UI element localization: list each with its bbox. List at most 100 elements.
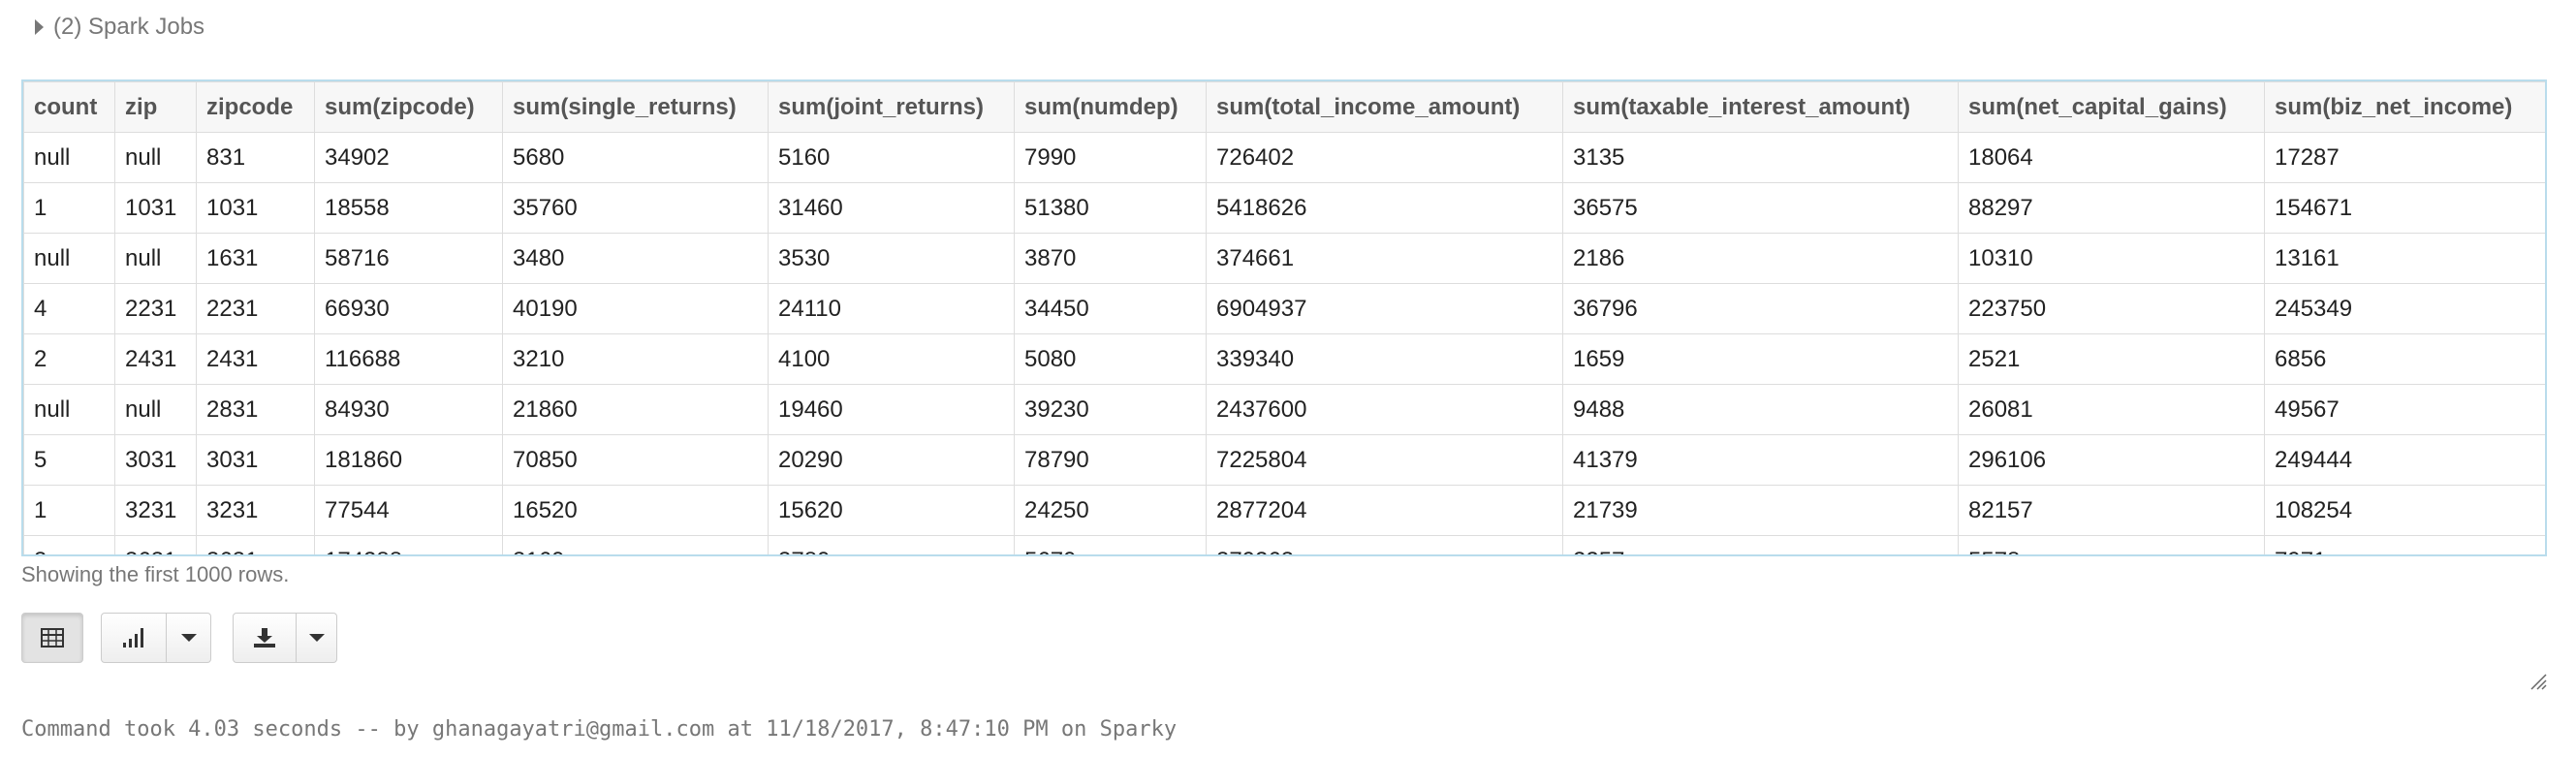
table-cell: 3231	[196, 485, 315, 536]
chevron-down-icon	[180, 634, 197, 642]
table-cell: 3	[23, 535, 115, 554]
table-cell: 1659	[1562, 333, 1959, 385]
table-cell: 3480	[502, 233, 769, 284]
table-cell: 296106	[1958, 434, 2265, 486]
table-cell: 35760	[502, 182, 769, 234]
table-cell: 3870	[1014, 233, 1207, 284]
table-cell: 34902	[314, 132, 503, 183]
table-cell: 10310	[1958, 233, 2265, 284]
table-cell: 34450	[1014, 283, 1207, 334]
table-cell: 26081	[1958, 384, 2265, 435]
chevron-down-icon	[308, 634, 325, 642]
column-header-sum-net-capital-gains[interactable]: sum(net_capital_gains)	[1958, 81, 2265, 133]
table-cell: 379263	[1206, 535, 1563, 554]
table-cell: 3135	[1562, 132, 1959, 183]
table-cell: 19460	[768, 384, 1015, 435]
table-row: 5 3031 3031 181860 70850 20290 78790 7225804 413…	[23, 434, 2545, 486]
table-cell: 21739	[1562, 485, 1959, 536]
table-cell: 5418626	[1206, 182, 1563, 234]
table-cell: 5670	[1014, 535, 1207, 554]
header-row: count zip zipcode sum(zipcode) sum(singl…	[23, 81, 2545, 133]
caret-right-icon	[35, 19, 44, 35]
table-cell: 154671	[2264, 182, 2545, 234]
command-status: Command took 4.03 seconds -- by ghanagay…	[21, 717, 1178, 742]
download-icon	[254, 628, 275, 647]
table-cell: 3780	[768, 535, 1015, 554]
table-cell: 6856	[2264, 333, 2545, 385]
column-header-count[interactable]: count	[23, 81, 115, 133]
column-header-sum-biz-net-income[interactable]: sum(biz_net_income)	[2264, 81, 2545, 133]
table-cell: 374661	[1206, 233, 1563, 284]
table-cell: null	[23, 384, 115, 435]
chart-dropdown-button[interactable]	[167, 613, 211, 663]
table-cell: 2521	[1958, 333, 2265, 385]
table-cell: 2257	[1562, 535, 1959, 554]
column-header-sum-single-returns[interactable]: sum(single_returns)	[502, 81, 769, 133]
column-header-sum-taxable-interest-amount[interactable]: sum(taxable_interest_amount)	[1562, 81, 1959, 133]
table-cell: 2877204	[1206, 485, 1563, 536]
column-header-sum-joint-returns[interactable]: sum(joint_returns)	[768, 81, 1015, 133]
table-cell: 3631	[196, 535, 315, 554]
download-dropdown-button[interactable]	[297, 613, 337, 663]
table-cell: 3210	[502, 333, 769, 385]
table-cell: 78790	[1014, 434, 1207, 486]
column-header-sum-numdep[interactable]: sum(numdep)	[1014, 81, 1207, 133]
table-view-button[interactable]	[21, 613, 83, 663]
results-table: count zip zipcode sum(zipcode) sum(singl…	[23, 81, 2545, 554]
table-cell: 77544	[314, 485, 503, 536]
table-cell: 1	[23, 182, 115, 234]
table-cell: 108254	[2264, 485, 2545, 536]
table-cell: 2431	[196, 333, 315, 385]
spark-jobs-toggle[interactable]: (2) Spark Jobs	[35, 12, 204, 43]
table-cell: 4100	[768, 333, 1015, 385]
table-cell: 36575	[1562, 182, 1959, 234]
table-cell: 726402	[1206, 132, 1563, 183]
table-cell: 2431	[114, 333, 197, 385]
table-cell: 3031	[196, 434, 315, 486]
table-cell: 2	[23, 333, 115, 385]
table-cell: 3631	[114, 535, 197, 554]
table-cell: 7990	[1014, 132, 1207, 183]
column-header-sum-total-income-amount[interactable]: sum(total_income_amount)	[1206, 81, 1563, 133]
table-row: null null 1631 58716 3480 3530 3870 374661 2186 1…	[23, 233, 2545, 284]
table-cell: 24250	[1014, 485, 1207, 536]
column-header-zipcode[interactable]: zipcode	[196, 81, 315, 133]
chart-button[interactable]	[101, 613, 167, 663]
results-table-container[interactable]: count zip zipcode sum(zipcode) sum(singl…	[21, 79, 2547, 556]
column-header-sum-zipcode[interactable]: sum(zipcode)	[314, 81, 503, 133]
table-cell: 24110	[768, 283, 1015, 334]
table-cell: null	[23, 233, 115, 284]
table-row: 4 2231 2231 66930 40190 24110 34450 6904937 3679…	[23, 283, 2545, 334]
table-cell: 7225804	[1206, 434, 1563, 486]
table-cell: 66930	[314, 283, 503, 334]
table-cell: 831	[196, 132, 315, 183]
table-cell: 36796	[1562, 283, 1959, 334]
table-cell: 5160	[768, 132, 1015, 183]
table-cell: 249444	[2264, 434, 2545, 486]
resize-handle-icon[interactable]	[2529, 673, 2547, 690]
table-cell: 18064	[1958, 132, 2265, 183]
table-cell: 245349	[2264, 283, 2545, 334]
table-cell: 3160	[502, 535, 769, 554]
table-cell: 82157	[1958, 485, 2265, 536]
table-cell: 40190	[502, 283, 769, 334]
table-cell: null	[114, 233, 197, 284]
table-cell: 13161	[2264, 233, 2545, 284]
table-cell: 339340	[1206, 333, 1563, 385]
table-cell: null	[114, 384, 197, 435]
download-button[interactable]	[233, 613, 297, 663]
table-cell: 2831	[196, 384, 315, 435]
column-header-zip[interactable]: zip	[114, 81, 197, 133]
table-cell: 2437600	[1206, 384, 1563, 435]
table-cell: 16520	[502, 485, 769, 536]
table-cell: 1631	[196, 233, 315, 284]
table-cell: 5578	[1958, 535, 2265, 554]
table-cell: null	[23, 132, 115, 183]
table-row: null null 2831 84930 21860 19460 39230 2437600 9…	[23, 384, 2545, 435]
table-cell: 1	[23, 485, 115, 536]
table-cell: 3031	[114, 434, 197, 486]
table-cell: 9488	[1562, 384, 1959, 435]
table-row: 1 3231 3231 77544 16520 15620 24250 2877204 2173…	[23, 485, 2545, 536]
table-cell: 3530	[768, 233, 1015, 284]
table-row: 2 2431 2431 116688 3210 4100 5080 339340 1659 252…	[23, 333, 2545, 385]
